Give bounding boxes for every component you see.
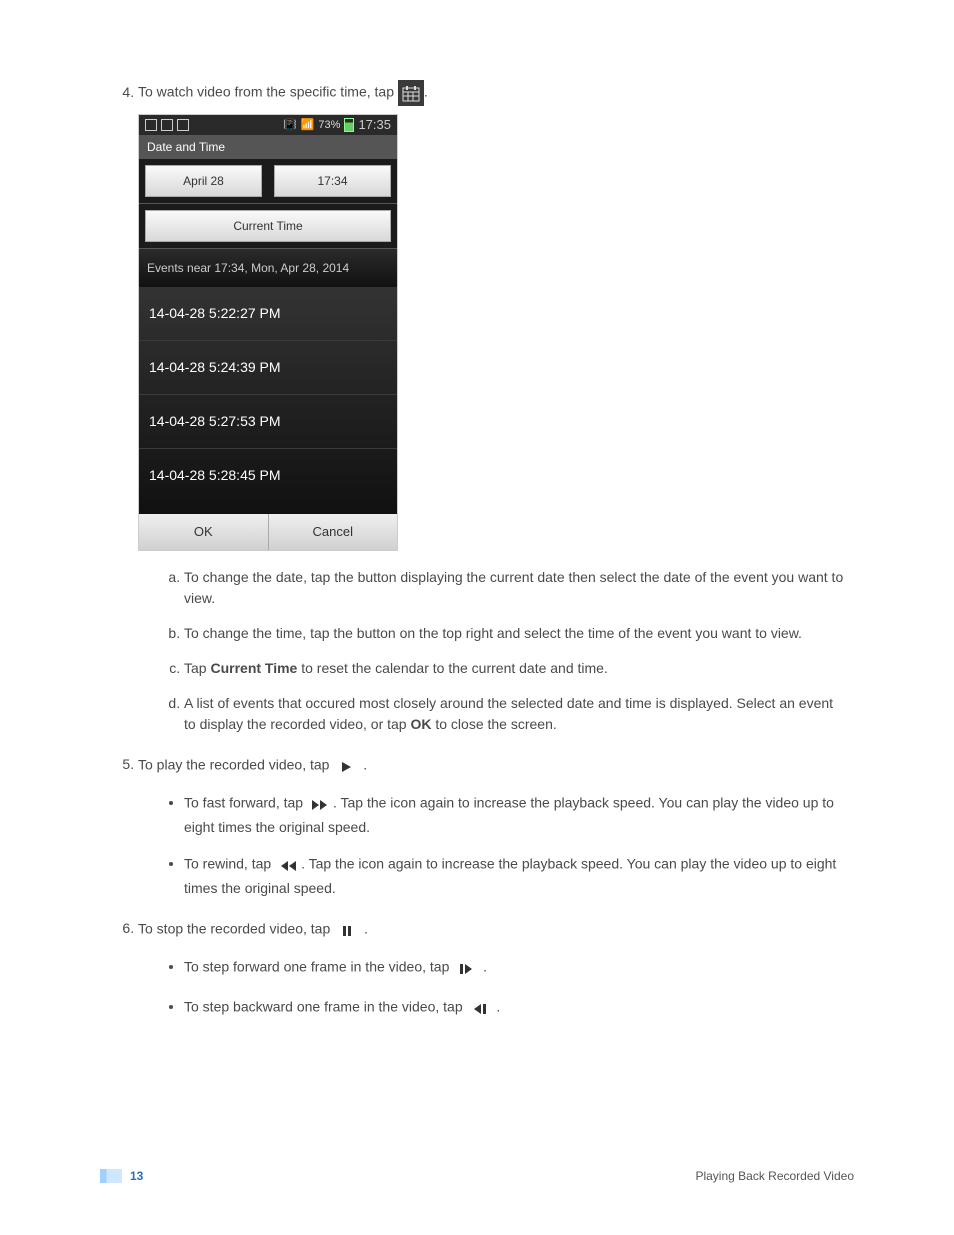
step-4-text-after: . bbox=[424, 84, 428, 100]
list-item[interactable]: 14-04-28 5:27:53 PM bbox=[139, 395, 397, 449]
section-title: Playing Back Recorded Video bbox=[695, 1167, 854, 1185]
substep-b: To change the time, tap the button on th… bbox=[184, 623, 854, 644]
ok-button[interactable]: OK bbox=[139, 514, 268, 550]
time-button[interactable]: 17:34 bbox=[274, 165, 391, 197]
main-steps-list: To watch video from the specific time, t… bbox=[100, 80, 854, 1021]
ff-before: To fast forward, tap bbox=[184, 794, 307, 810]
image-icon bbox=[145, 119, 157, 131]
wifi-icon: 📶 bbox=[301, 117, 315, 134]
step-5-bullets: To fast forward, tap . Tap the icon agai… bbox=[138, 791, 854, 899]
substep-c-before: Tap bbox=[184, 660, 210, 676]
current-time-button[interactable]: Current Time bbox=[145, 210, 391, 242]
page-footer: 13 Playing Back Recorded Video bbox=[100, 1167, 854, 1185]
step-4-text-before: To watch video from the specific time, t… bbox=[138, 84, 398, 100]
status-time: 17:35 bbox=[358, 115, 391, 135]
bullet-rewind: To rewind, tap . Tap the icon again to i… bbox=[184, 852, 854, 899]
substep-d-after: to close the screen. bbox=[431, 716, 556, 732]
step-4: To watch video from the specific time, t… bbox=[138, 80, 854, 735]
calendar-icon bbox=[398, 80, 424, 106]
play-icon bbox=[333, 753, 359, 779]
step-6-before: To stop the recorded video, tap bbox=[138, 920, 334, 936]
stepfwd-after: . bbox=[479, 958, 487, 974]
dialog-title: Date and Time bbox=[139, 135, 397, 159]
list-item[interactable]: 14-04-28 5:28:45 PM bbox=[139, 449, 397, 514]
substep-c-after: to reset the calendar to the current dat… bbox=[297, 660, 608, 676]
step-5-after: . bbox=[359, 756, 367, 772]
battery-percent: 73% bbox=[318, 117, 340, 134]
step-5: To play the recorded video, tap . To fas… bbox=[138, 753, 854, 899]
events-list: 14-04-28 5:22:27 PM 14-04-28 5:24:39 PM … bbox=[139, 287, 397, 514]
status-bar: 📳 📶 73% 17:35 bbox=[139, 115, 397, 135]
list-item[interactable]: 14-04-28 5:24:39 PM bbox=[139, 341, 397, 395]
datetime-dialog-screenshot: 📳 📶 73% 17:35 Date and Time April 28 17:… bbox=[138, 114, 398, 551]
battery-icon bbox=[344, 118, 354, 132]
step-backward-icon bbox=[467, 995, 493, 1021]
rewind-icon bbox=[275, 852, 301, 878]
bullet-fast-forward: To fast forward, tap . Tap the icon agai… bbox=[184, 791, 854, 838]
footer-mark-icon bbox=[100, 1169, 122, 1183]
vibrate-icon: 📳 bbox=[283, 117, 297, 134]
substep-c: Tap Current Time to reset the calendar t… bbox=[184, 658, 854, 679]
status-right: 📳 📶 73% 17:35 bbox=[283, 115, 391, 135]
step-forward-icon bbox=[453, 955, 479, 981]
cancel-button[interactable]: Cancel bbox=[268, 514, 398, 550]
stepfwd-before: To step forward one frame in the video, … bbox=[184, 958, 453, 974]
step-6-bullets: To step forward one frame in the video, … bbox=[138, 955, 854, 1021]
bullet-step-forward: To step forward one frame in the video, … bbox=[184, 955, 854, 981]
dialog-buttons: OK Cancel bbox=[139, 514, 397, 550]
bullet-step-backward: To step backward one frame in the video,… bbox=[184, 995, 854, 1021]
refresh-icon bbox=[161, 119, 173, 131]
step-4-substeps: To change the date, tap the button displ… bbox=[138, 567, 854, 735]
date-time-row: April 28 17:34 bbox=[139, 159, 397, 204]
rw-before: To rewind, tap bbox=[184, 855, 275, 871]
pause-icon bbox=[334, 917, 360, 943]
page-number: 13 bbox=[130, 1167, 143, 1185]
events-header: Events near 17:34, Mon, Apr 28, 2014 bbox=[139, 249, 397, 287]
stepbwd-before: To step backward one frame in the video,… bbox=[184, 998, 467, 1014]
status-left-icons bbox=[145, 119, 189, 131]
page-number-block: 13 bbox=[100, 1167, 143, 1185]
substep-c-bold: Current Time bbox=[210, 660, 297, 676]
step-5-before: To play the recorded video, tap bbox=[138, 756, 333, 772]
sd-icon bbox=[177, 119, 189, 131]
list-item[interactable]: 14-04-28 5:22:27 PM bbox=[139, 287, 397, 341]
step-6: To stop the recorded video, tap . To ste… bbox=[138, 917, 854, 1021]
date-button[interactable]: April 28 bbox=[145, 165, 262, 197]
substep-a: To change the date, tap the button displ… bbox=[184, 567, 854, 609]
fast-forward-icon bbox=[307, 791, 333, 817]
substep-d: A list of events that occured most close… bbox=[184, 693, 854, 735]
substep-d-bold: OK bbox=[410, 716, 431, 732]
step-6-after: . bbox=[360, 920, 368, 936]
current-time-row: Current Time bbox=[139, 210, 397, 249]
document-page: To watch video from the specific time, t… bbox=[0, 0, 954, 1235]
stepbwd-after: . bbox=[493, 998, 501, 1014]
